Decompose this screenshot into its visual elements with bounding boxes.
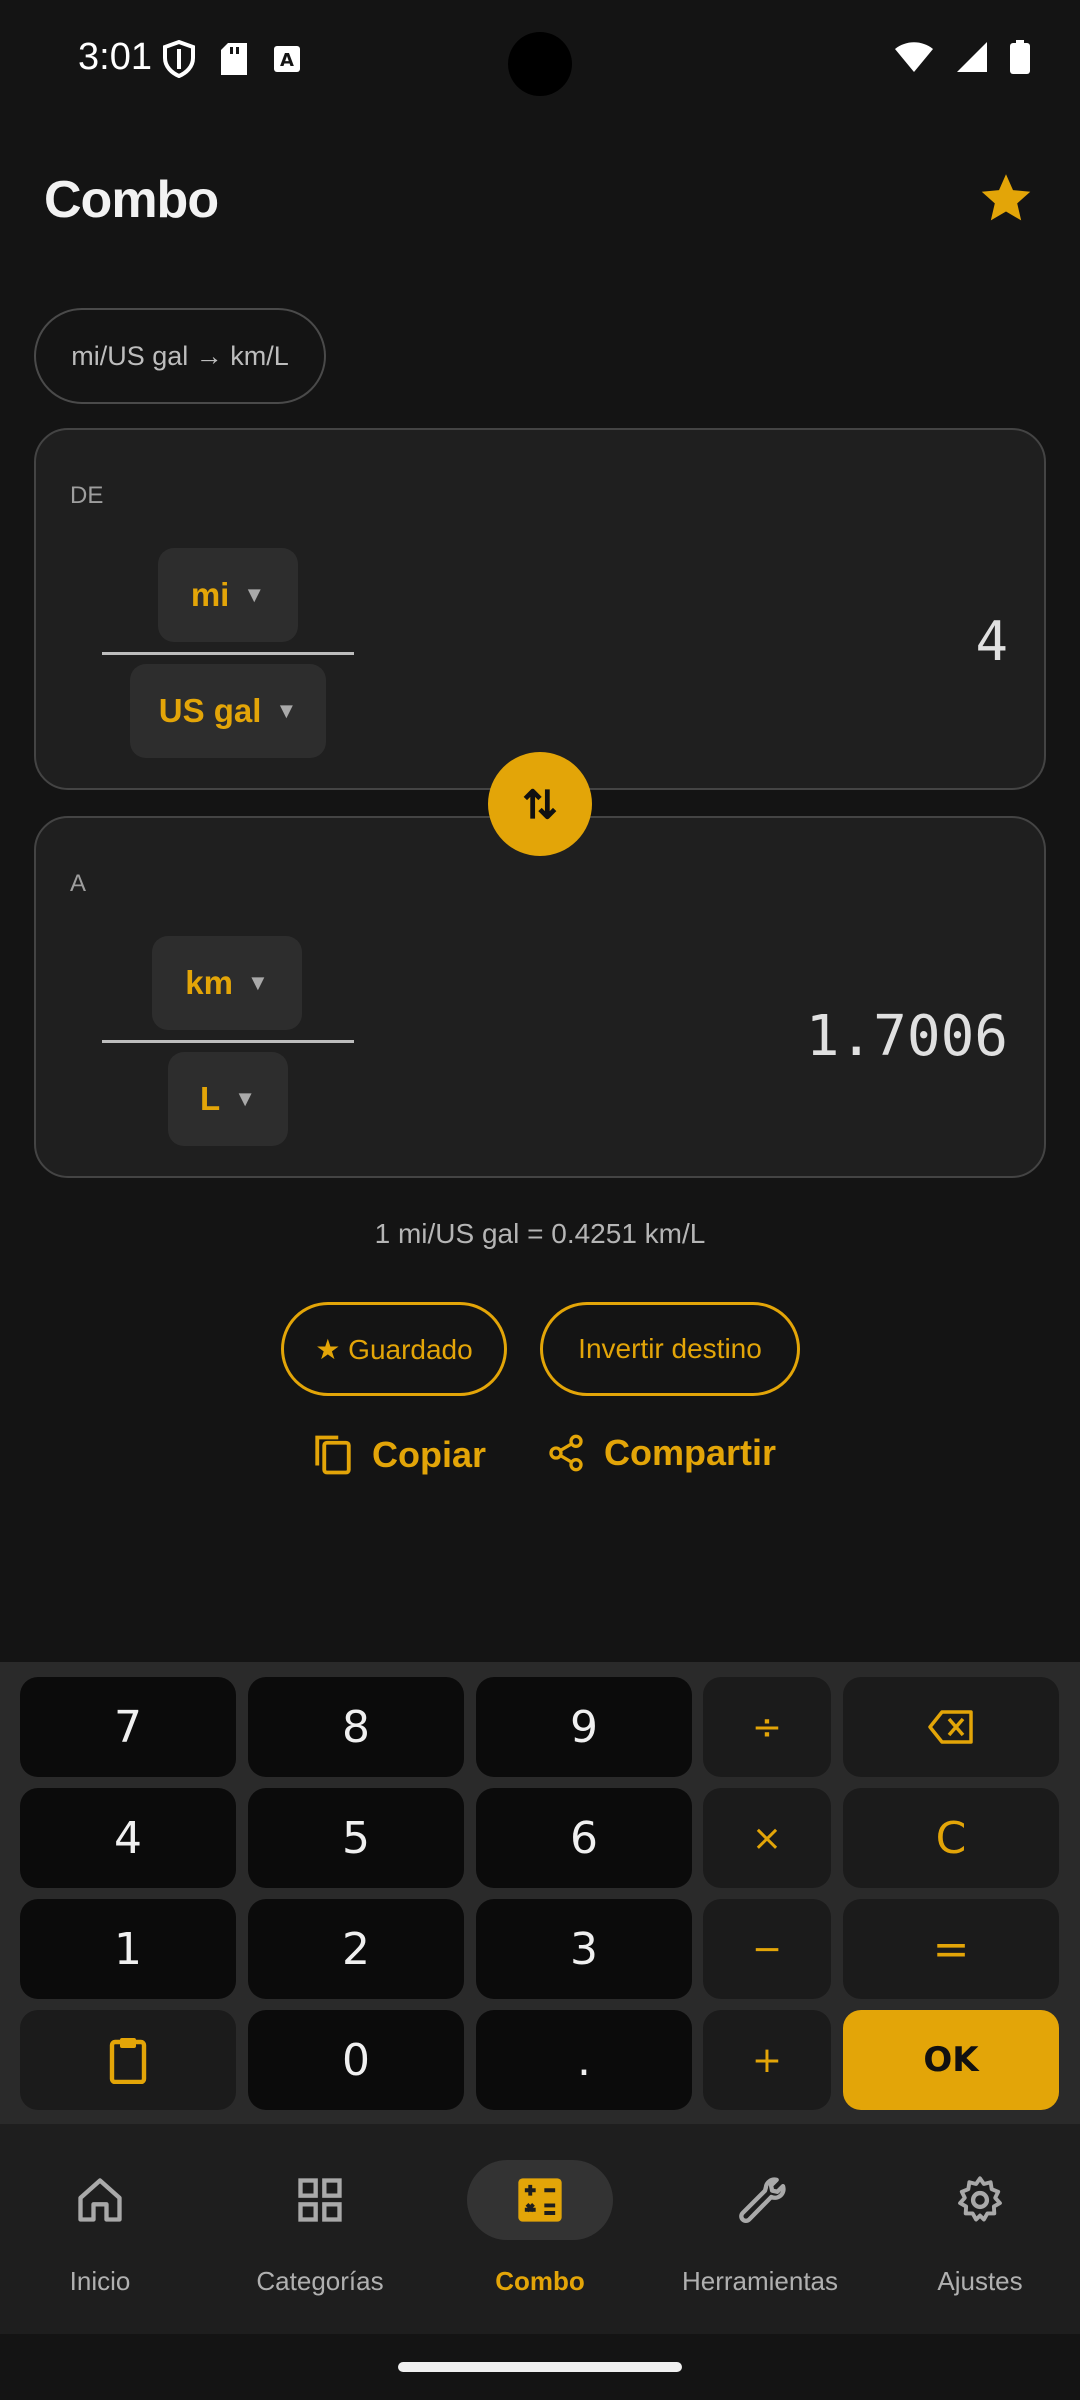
key-divide[interactable]: ÷ [703,1677,831,1777]
nav-label: Inicio [69,2266,131,2296]
to-panel[interactable]: A km ▼ L ▼ 1.7006 [34,816,1046,1178]
from-panel[interactable]: DE mi ▼ US gal ▼ 4 [34,428,1046,790]
nav-item-categorias[interactable]: Categorías [212,2160,428,2297]
key-equals[interactable]: = [843,1899,1059,1999]
nav-label: Herramientas [681,2266,839,2296]
key-ok[interactable]: OK [843,2010,1059,2110]
key-3[interactable]: 3 [476,1899,692,1999]
nav-item-combo[interactable]: Combo [432,2160,648,2297]
camera-cutout [508,32,572,96]
backspace-icon [928,1710,973,1744]
conversion-chip[interactable]: mi/US gal → km/L [34,308,326,404]
key-1[interactable]: 1 [20,1899,236,1999]
gear-icon [958,2176,1002,2222]
status-time: 3:01 [78,36,152,78]
dropdown-caret-icon: ▼ [234,1086,256,1111]
key-paste[interactable] [20,2010,236,2110]
nav-item-ajustes[interactable]: Ajustes [872,2160,1080,2297]
copy-label: Copiar [372,1434,487,1475]
signal-icon [957,42,987,72]
share-icon [549,1434,583,1472]
nav-label: Ajustes [937,2266,1023,2296]
battery-icon [1010,40,1030,74]
key-2[interactable]: 2 [248,1899,464,1999]
swap-vertical-icon [523,788,557,820]
from-label: DE [70,482,104,509]
from-denominator-value: US gal [158,692,262,729]
key-backspace[interactable] [843,1677,1059,1777]
key-clear[interactable]: C [843,1788,1059,1888]
page-title: Combo [44,171,219,229]
invert-target-button[interactable]: Invertir destino [540,1302,800,1396]
grid-icon [298,2178,342,2222]
from-denominator-select[interactable]: US gal ▼ [130,664,326,758]
sd-card-icon [221,43,247,75]
from-value[interactable]: 4 [975,610,1008,673]
clipboard-icon [109,2038,147,2084]
wifi-icon [895,42,933,72]
to-value: 1.7006 [805,1004,1008,1069]
key-6[interactable]: 6 [476,1788,692,1888]
svg-text:A: A [280,50,294,71]
key-0[interactable]: 0 [248,2010,464,2110]
fraction-divider [102,652,354,655]
conversion-ratio: 1 mi/US gal = 0.4251 km/L [374,1218,706,1249]
star-icon[interactable] [978,170,1034,226]
key-7[interactable]: 7 [20,1677,236,1777]
copy-icon [315,1435,351,1475]
key-9[interactable]: 9 [476,1677,692,1777]
from-numerator-value: mi [190,576,230,613]
swap-button[interactable] [488,752,592,856]
to-numerator-select[interactable]: km ▼ [152,936,302,1030]
keyboard-notif-icon: A [274,46,300,72]
gesture-bar[interactable] [398,2362,682,2372]
home-icon [78,2178,122,2222]
dropdown-caret-icon: ▼ [243,582,266,607]
from-numerator-select[interactable]: mi ▼ [158,548,298,642]
keypad: 7 8 9 ÷ 4 5 6 × C 1 2 3 − = 0 . + OK [0,1662,1080,2124]
to-numerator-value: km [185,964,233,1001]
dropdown-caret-icon: ▼ [275,698,298,723]
shield-icon [163,40,195,78]
saved-button[interactable]: ★ Guardado [281,1302,507,1396]
dropdown-caret-icon: ▼ [246,970,269,995]
fraction-divider [102,1040,354,1043]
wrench-icon [739,2177,786,2223]
nav-label: Categorías [256,2266,384,2296]
status-bar: 3:01 A [0,0,1080,120]
bottom-navigation: Inicio Categorías Combo Herramientas Aju… [0,2124,1080,2334]
nav-label: Combo [495,2266,585,2296]
share-button[interactable]: Compartir [546,1432,776,1474]
key-4[interactable]: 4 [20,1788,236,1888]
key-5[interactable]: 5 [248,1788,464,1888]
to-denominator-value: L [200,1080,221,1117]
key-minus[interactable]: − [703,1899,831,1999]
nav-item-inicio[interactable]: Inicio [0,2160,208,2297]
copy-button[interactable]: Copiar [312,1432,486,1478]
key-plus[interactable]: + [703,2010,831,2110]
share-label: Compartir [604,1432,777,1473]
key-8[interactable]: 8 [248,1677,464,1777]
nav-item-herramientas[interactable]: Herramientas [652,2160,868,2297]
key-multiply[interactable]: × [703,1788,831,1888]
calculator-icon [518,2178,562,2222]
to-label: A [70,870,87,897]
key-decimal[interactable]: . [476,2010,692,2110]
to-denominator-select[interactable]: L ▼ [168,1052,288,1146]
